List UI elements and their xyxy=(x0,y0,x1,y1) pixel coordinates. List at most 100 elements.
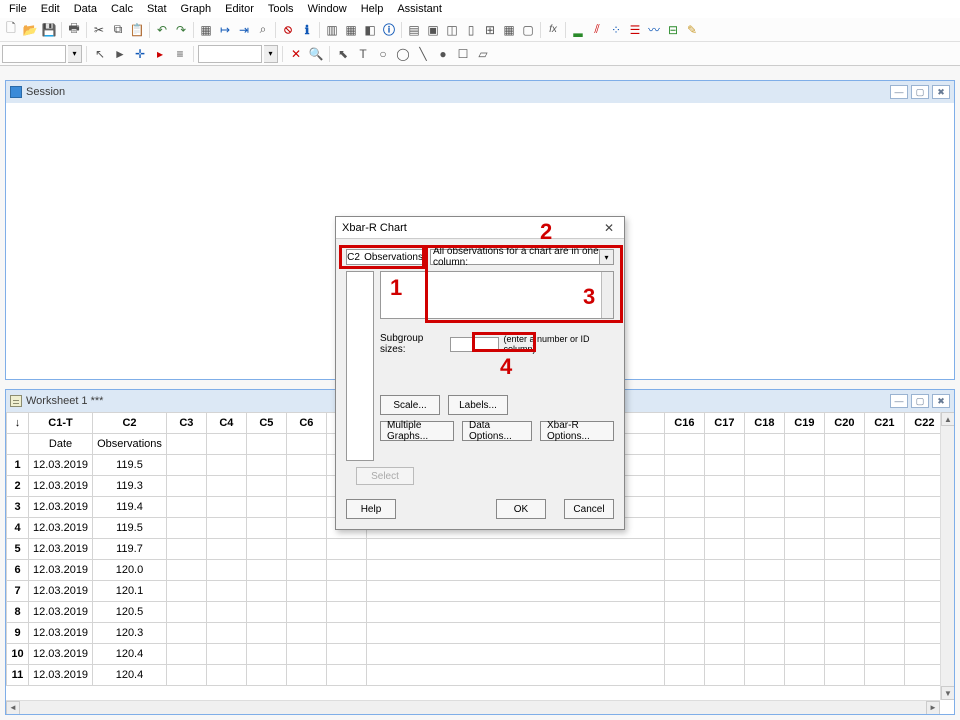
marker-tool-icon[interactable]: ● xyxy=(434,45,452,63)
empty-cell[interactable] xyxy=(286,455,326,476)
empty-cell[interactable] xyxy=(864,476,904,497)
ok-button[interactable]: OK xyxy=(496,499,546,519)
more-icon[interactable]: ≡ xyxy=(171,45,189,63)
col-subheader[interactable] xyxy=(744,434,784,455)
empty-cell[interactable] xyxy=(246,623,286,644)
empty-cell[interactable] xyxy=(246,644,286,665)
empty-cell[interactable] xyxy=(864,623,904,644)
menu-stat[interactable]: Stat xyxy=(142,2,172,16)
empty-cell[interactable] xyxy=(704,476,744,497)
polyline-tool-icon[interactable]: ☐ xyxy=(454,45,472,63)
empty-cell[interactable] xyxy=(166,539,206,560)
empty-cell[interactable] xyxy=(246,497,286,518)
empty-cell[interactable] xyxy=(166,518,206,539)
font-select[interactable] xyxy=(2,45,66,63)
xbar-r-options-button[interactable]: Xbar-R Options... xyxy=(540,421,614,441)
row-number[interactable]: 11 xyxy=(7,665,29,686)
empty-cell[interactable] xyxy=(246,560,286,581)
empty-cell[interactable] xyxy=(864,581,904,602)
empty-cell[interactable] xyxy=(744,476,784,497)
obs-cell[interactable]: 120.4 xyxy=(93,644,167,665)
empty-cell[interactable] xyxy=(904,476,944,497)
chart-line-icon[interactable]: 〰 xyxy=(645,21,663,39)
table-row[interactable]: 512.03.2019119.7 xyxy=(7,539,955,560)
tile-icon[interactable]: ⊞ xyxy=(481,21,499,39)
textarea-scroll[interactable] xyxy=(601,272,613,318)
help-button[interactable]: Help xyxy=(346,499,396,519)
empty-cell[interactable] xyxy=(366,665,664,686)
empty-cell[interactable] xyxy=(704,623,744,644)
empty-cell[interactable] xyxy=(206,518,246,539)
subgroup-sizes-input[interactable] xyxy=(450,337,500,352)
next-icon[interactable]: ↦ xyxy=(216,21,234,39)
empty-cell[interactable] xyxy=(784,497,824,518)
empty-cell[interactable] xyxy=(366,623,664,644)
date-cell[interactable]: 12.03.2019 xyxy=(29,560,93,581)
col-subheader[interactable] xyxy=(704,434,744,455)
empty-cell[interactable] xyxy=(864,539,904,560)
help-icon[interactable]: ℹ xyxy=(298,21,316,39)
dialog-title-bar[interactable]: Xbar-R Chart ✕ xyxy=(336,217,624,239)
empty-cell[interactable] xyxy=(206,455,246,476)
table-row[interactable]: 1012.03.2019120.4 xyxy=(7,644,955,665)
observation-mode-select[interactable]: All observations for a chart are in one … xyxy=(430,249,614,265)
empty-cell[interactable] xyxy=(704,665,744,686)
row-number[interactable]: 6 xyxy=(7,560,29,581)
circle-tool-icon[interactable]: ○ xyxy=(374,45,392,63)
empty-cell[interactable] xyxy=(206,665,246,686)
empty-cell[interactable] xyxy=(366,644,664,665)
empty-cell[interactable] xyxy=(366,539,664,560)
empty-cell[interactable] xyxy=(784,560,824,581)
empty-cell[interactable] xyxy=(784,476,824,497)
empty-cell[interactable] xyxy=(326,665,366,686)
window-icon[interactable]: ▯ xyxy=(462,21,480,39)
worksheet-close-button[interactable]: ✖ xyxy=(932,394,950,408)
empty-cell[interactable] xyxy=(824,602,864,623)
empty-cell[interactable] xyxy=(326,623,366,644)
empty-cell[interactable] xyxy=(704,518,744,539)
delete-icon[interactable]: ✕ xyxy=(287,45,305,63)
empty-cell[interactable] xyxy=(246,539,286,560)
empty-cell[interactable] xyxy=(664,476,704,497)
empty-cell[interactable] xyxy=(206,476,246,497)
select-button[interactable]: Select xyxy=(356,467,414,485)
polygon-tool-icon[interactable]: ▱ xyxy=(474,45,492,63)
row-number[interactable]: 3 xyxy=(7,497,29,518)
col-header[interactable]: C20 xyxy=(824,413,864,434)
fx-icon[interactable]: fx xyxy=(544,21,562,39)
empty-cell[interactable] xyxy=(246,455,286,476)
multiple-graphs-button[interactable]: Multiple Graphs... xyxy=(380,421,454,441)
empty-cell[interactable] xyxy=(366,560,664,581)
col-header[interactable]: C2 xyxy=(93,413,167,434)
empty-cell[interactable] xyxy=(784,665,824,686)
empty-cell[interactable] xyxy=(784,644,824,665)
empty-cell[interactable] xyxy=(744,602,784,623)
date-cell[interactable]: 12.03.2019 xyxy=(29,497,93,518)
empty-cell[interactable] xyxy=(784,581,824,602)
obs-cell[interactable]: 120.3 xyxy=(93,623,167,644)
empty-cell[interactable] xyxy=(704,497,744,518)
empty-cell[interactable] xyxy=(904,581,944,602)
empty-cell[interactable] xyxy=(166,623,206,644)
date-cell[interactable]: 12.03.2019 xyxy=(29,539,93,560)
empty-cell[interactable] xyxy=(664,497,704,518)
empty-cell[interactable] xyxy=(206,623,246,644)
paste-icon[interactable]: 📋 xyxy=(128,21,146,39)
arrow-right-icon[interactable]: ► xyxy=(111,45,129,63)
col-header[interactable]: C22 xyxy=(904,413,944,434)
row-number[interactable]: 5 xyxy=(7,539,29,560)
empty-cell[interactable] xyxy=(904,455,944,476)
row-number[interactable]: 10 xyxy=(7,644,29,665)
empty-cell[interactable] xyxy=(704,560,744,581)
empty-cell[interactable] xyxy=(246,518,286,539)
menu-editor[interactable]: Editor xyxy=(220,2,259,16)
date-cell[interactable]: 12.03.2019 xyxy=(29,623,93,644)
empty-cell[interactable] xyxy=(246,476,286,497)
empty-cell[interactable] xyxy=(366,602,664,623)
empty-cell[interactable] xyxy=(166,602,206,623)
date-cell[interactable]: 12.03.2019 xyxy=(29,476,93,497)
obs-cell[interactable]: 119.5 xyxy=(93,518,167,539)
empty-cell[interactable] xyxy=(166,665,206,686)
worksheet-vscroll[interactable]: ▲ ▼ xyxy=(940,412,954,700)
empty-cell[interactable] xyxy=(286,602,326,623)
